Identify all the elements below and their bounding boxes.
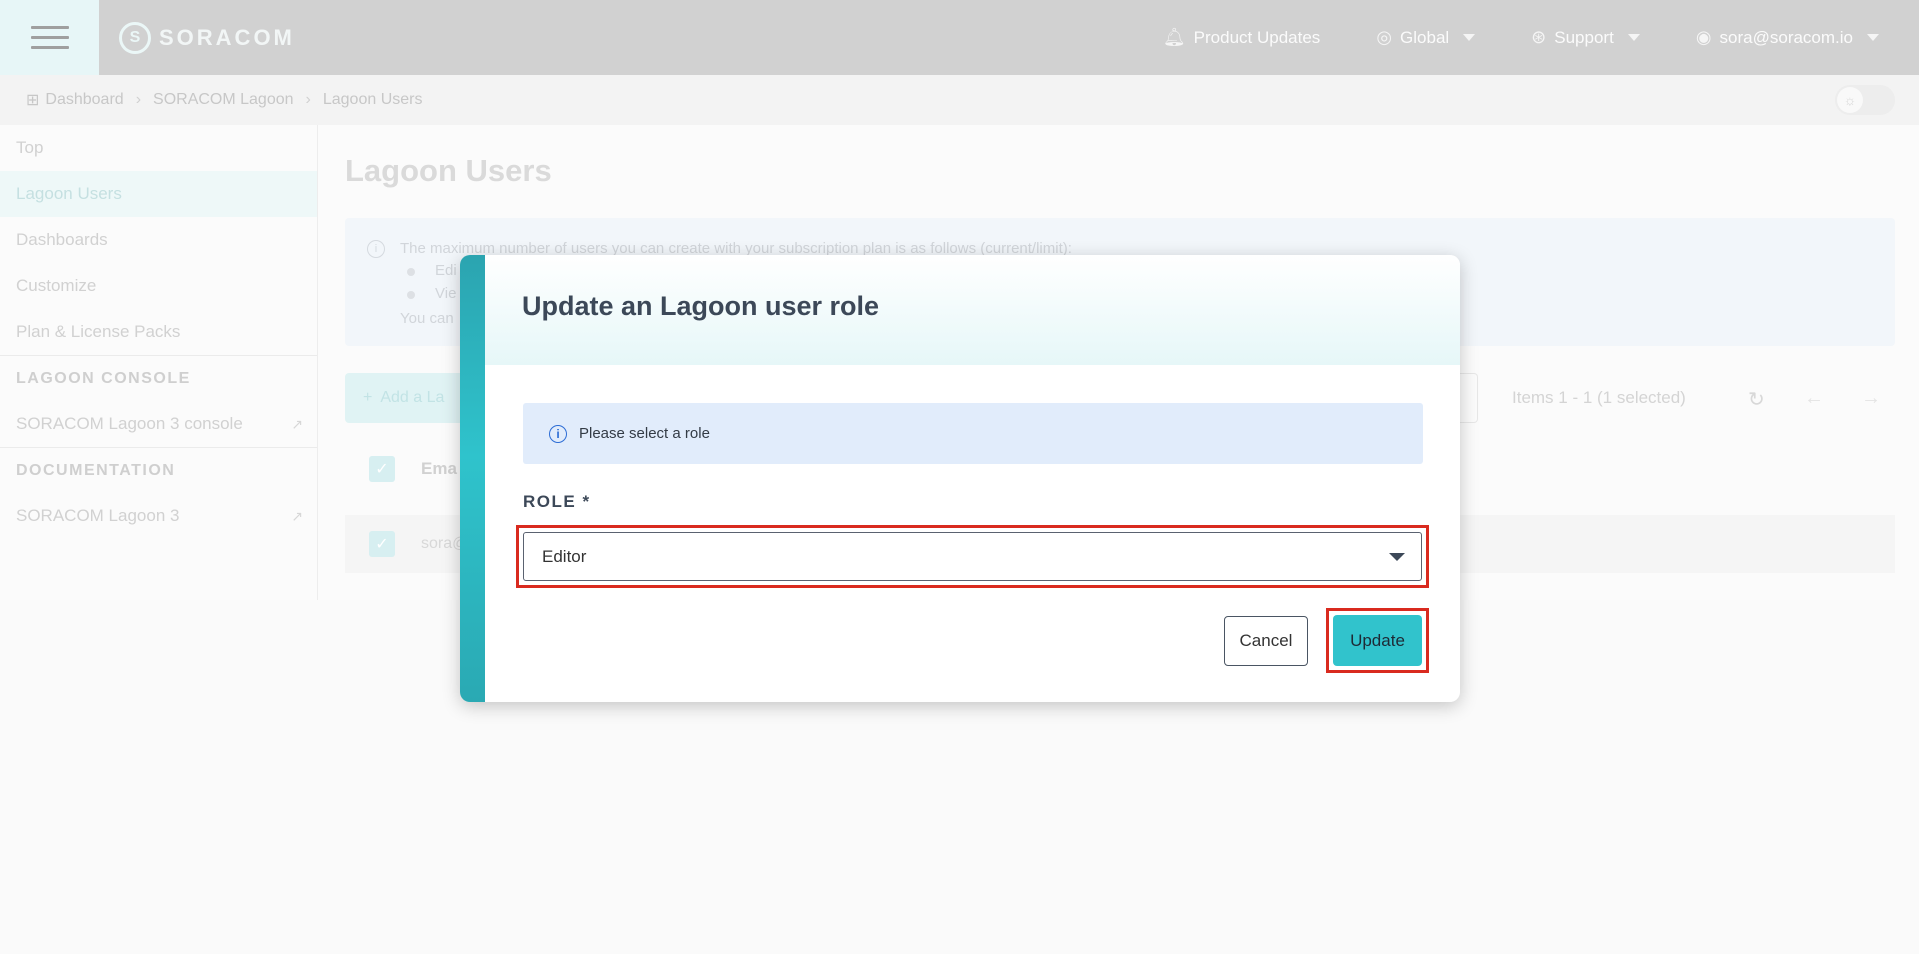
role-select[interactable]: Editor	[523, 532, 1422, 581]
update-role-dialog: Update an Lagoon user role i Please sele…	[460, 255, 1460, 702]
role-select-value: Editor	[542, 546, 587, 566]
info-alert: i Please select a role	[523, 403, 1423, 464]
alert-text: Please select a role	[579, 425, 710, 442]
dialog-title: Update an Lagoon user role	[522, 291, 880, 321]
update-button-highlight: Update	[1326, 608, 1429, 673]
info-icon: i	[549, 424, 567, 443]
update-button[interactable]: Update	[1333, 615, 1422, 666]
dialog-accent-stripe	[460, 255, 485, 702]
cancel-button[interactable]: Cancel	[1224, 616, 1308, 666]
role-label: ROLE *	[523, 492, 591, 511]
chevron-down-icon	[1389, 553, 1405, 561]
role-select-highlight: Editor	[516, 525, 1429, 588]
